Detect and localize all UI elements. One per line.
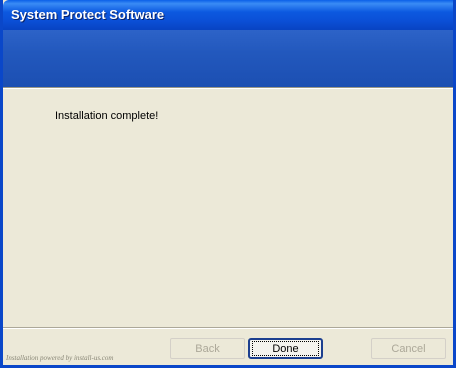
back-button[interactable]: Back (170, 338, 245, 359)
back-button-label: Back (195, 342, 220, 355)
powered-by-label: Installation powered by install-us.com (6, 354, 114, 362)
window-title: System Protect Software (11, 7, 165, 22)
cancel-button[interactable]: Cancel (371, 338, 446, 359)
footer-divider-highlight (3, 328, 453, 329)
done-button[interactable]: Done (248, 338, 323, 359)
status-message: Installation complete! (55, 110, 159, 122)
done-button-focus: Done (252, 341, 319, 356)
installer-window: System Protect Software (0, 0, 456, 368)
header-banner (3, 30, 453, 87)
cancel-button-label: Cancel (391, 342, 426, 355)
content-panel (3, 89, 453, 327)
done-button-label: Done (272, 342, 299, 355)
title-bar[interactable]: System Protect Software (3, 0, 453, 30)
